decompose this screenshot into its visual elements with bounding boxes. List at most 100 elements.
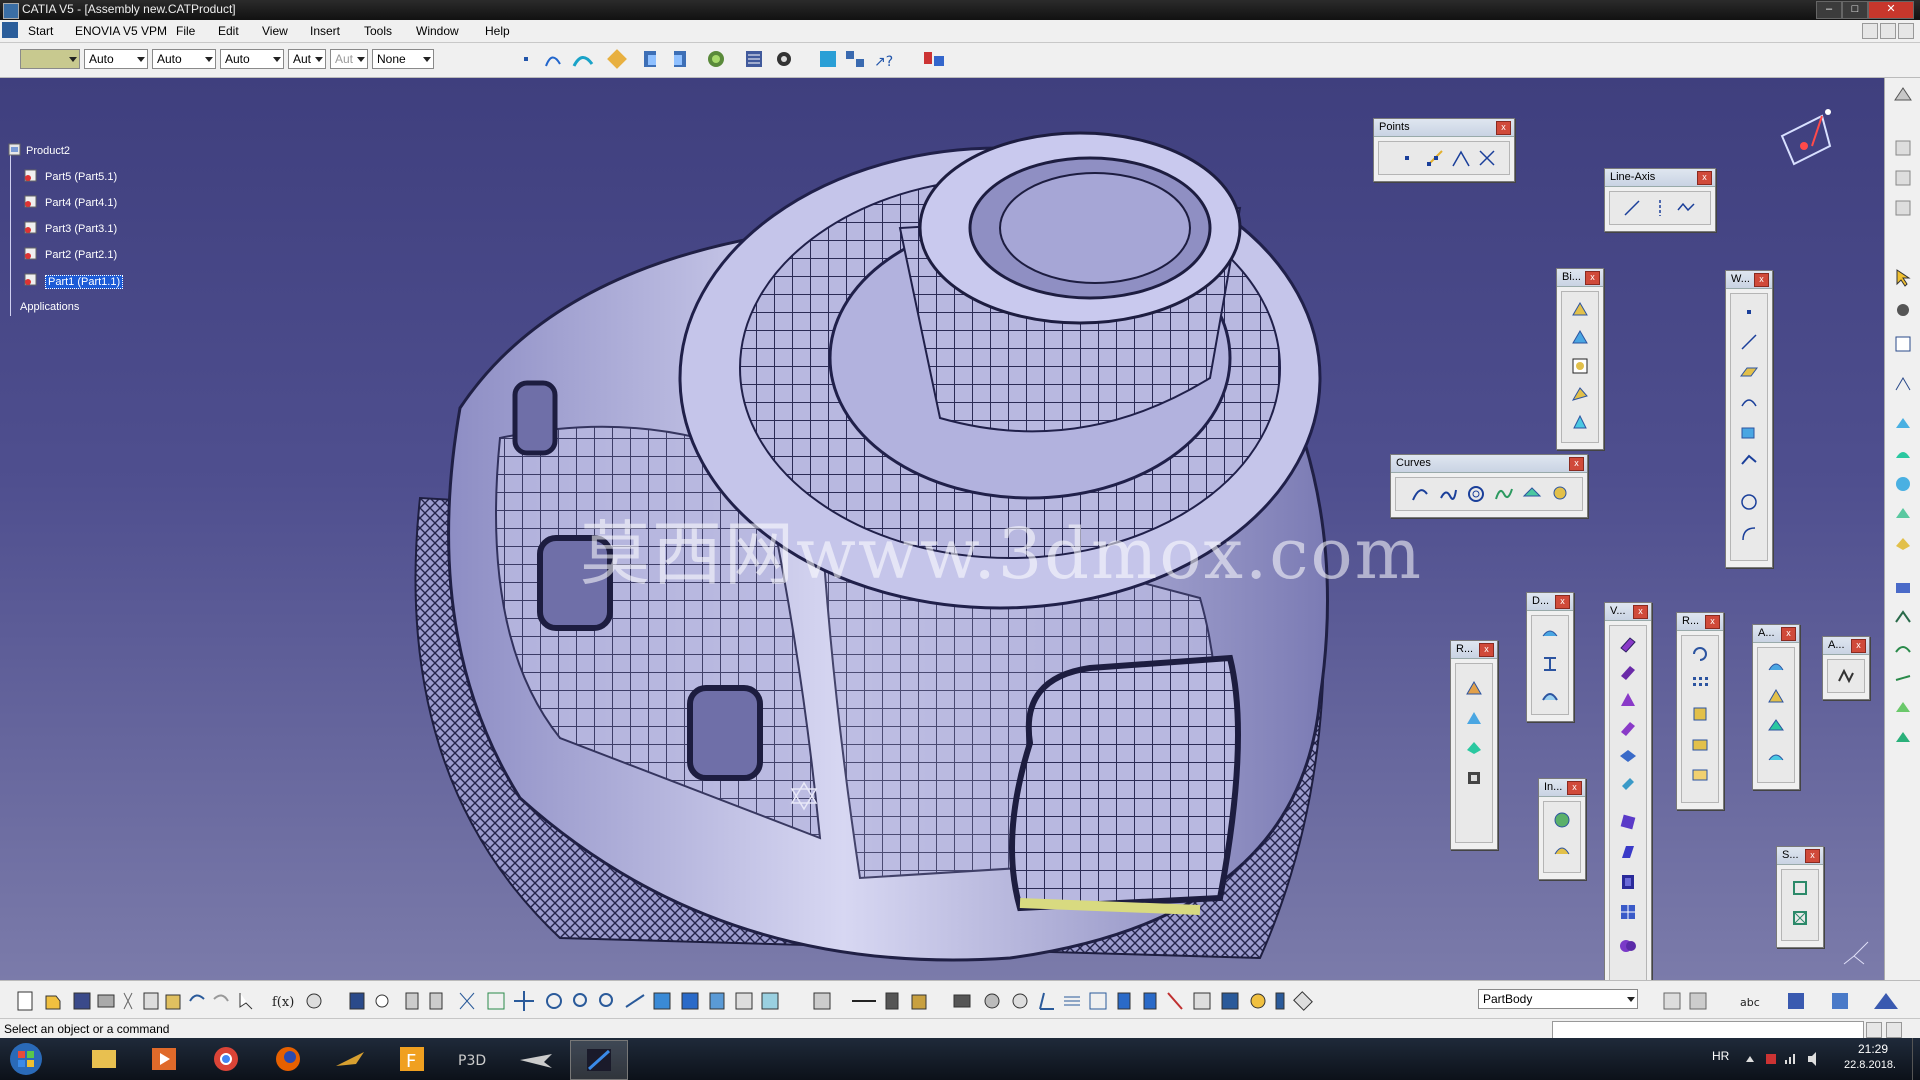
extremum-icon[interactable]: [1451, 148, 1471, 168]
volume-blend-icon[interactable]: [1618, 774, 1638, 794]
volume-sphere-icon[interactable]: [1618, 690, 1638, 710]
extrude-icon[interactable]: [1570, 412, 1590, 432]
menu-tools[interactable]: Tools: [364, 24, 392, 38]
profile-icon[interactable]: [1893, 374, 1913, 394]
linetype-combo[interactable]: Auto: [84, 49, 148, 69]
command-icons-strip[interactable]: ↗?: [520, 46, 960, 74]
intersect-volume-icon[interactable]: [1618, 936, 1638, 956]
trim-icon[interactable]: [1464, 708, 1484, 728]
toolbar-s[interactable]: S... x: [1776, 846, 1824, 948]
sketch-tool-icon[interactable]: [1893, 334, 1913, 354]
tree-item-part5[interactable]: Part5 (Part5.1): [45, 171, 117, 183]
point-icon[interactable]: [1397, 148, 1417, 168]
menu-insert[interactable]: Insert: [310, 24, 340, 38]
line-icon[interactable]: [1739, 332, 1759, 352]
toolbar-r-1[interactable]: R... x: [1450, 640, 1498, 850]
toolbar-points-close-icon[interactable]: x: [1496, 121, 1511, 135]
edit-parameters-icon[interactable]: [1893, 168, 1913, 188]
toolbar-bi-close-icon[interactable]: x: [1585, 271, 1600, 285]
sketcher-icon[interactable]: [1893, 138, 1913, 158]
menu-start[interactable]: Start: [28, 24, 53, 38]
remove-volume-icon[interactable]: [1618, 902, 1638, 922]
toolbar-s-close-icon[interactable]: x: [1805, 849, 1820, 863]
blend-icon[interactable]: [1570, 300, 1590, 320]
menu-view[interactable]: View: [262, 24, 288, 38]
show-desktop-button[interactable]: [1912, 1038, 1920, 1080]
toolbar-w-close-icon[interactable]: x: [1754, 273, 1769, 287]
doc-minimize-button[interactable]: [1862, 23, 1878, 39]
close-surface-icon[interactable]: [1618, 842, 1638, 862]
develop-icon[interactable]: [1540, 624, 1560, 644]
variable-fillet-icon[interactable]: [1766, 716, 1786, 736]
sketch-icon[interactable]: [1790, 878, 1810, 898]
maximize-button[interactable]: □: [1842, 1, 1868, 19]
doc-restore-button[interactable]: [1880, 23, 1896, 39]
chrome-icon[interactable]: [198, 1040, 254, 1078]
workbench-icon[interactable]: [1891, 84, 1915, 108]
points-and-planes-repetition-icon[interactable]: [1425, 148, 1445, 168]
helix-icon[interactable]: [1466, 484, 1486, 504]
tree-item-part2[interactable]: Part2 (Part2.1): [45, 249, 117, 261]
projection-icon[interactable]: [1739, 392, 1759, 412]
translate-icon[interactable]: [1690, 704, 1710, 724]
tree-root-product[interactable]: Product2: [26, 145, 70, 157]
toolbar-r-2-close-icon[interactable]: x: [1705, 615, 1720, 629]
shape-morphing-icon[interactable]: [1540, 654, 1560, 674]
jet-app-icon[interactable]: [508, 1040, 564, 1078]
parallel-curve-icon[interactable]: [1739, 452, 1759, 472]
scaling-icon[interactable]: [1690, 734, 1710, 754]
file-explorer-icon[interactable]: [76, 1040, 132, 1078]
tools-icon[interactable]: [1893, 300, 1913, 320]
tree-item-part1-selected[interactable]: Part1 (Part1.1): [45, 275, 124, 289]
toolbar-r-1-close-icon[interactable]: x: [1479, 643, 1494, 657]
conic-icon[interactable]: [1522, 484, 1542, 504]
toolbar-a-1-close-icon[interactable]: x: [1781, 627, 1796, 641]
rotate-icon[interactable]: [1690, 644, 1710, 664]
connect-checker-icon[interactable]: [1552, 810, 1572, 830]
toolbar-curves-close-icon[interactable]: x: [1569, 457, 1584, 471]
toolbar-points[interactable]: Points x: [1373, 118, 1515, 182]
fill-icon[interactable]: [1570, 356, 1590, 376]
layer-none-combo[interactable]: None: [372, 49, 434, 69]
transparency-combo[interactable]: Aut: [330, 49, 368, 69]
firefox-icon[interactable]: [260, 1040, 316, 1078]
wrap-curve-icon[interactable]: [1540, 684, 1560, 704]
pattern-icon[interactable]: [1690, 674, 1710, 694]
volume-cylinder-icon[interactable]: [1618, 718, 1638, 738]
circle-icon[interactable]: [1739, 492, 1759, 512]
doc-close-button[interactable]: [1898, 23, 1914, 39]
lineweight-combo[interactable]: Auto: [152, 49, 216, 69]
toolbar-bi[interactable]: Bi... x: [1556, 268, 1604, 450]
add-volume-icon[interactable]: [1618, 872, 1638, 892]
power-input-field[interactable]: [1552, 1021, 1864, 1039]
extract-icon[interactable]: [1893, 638, 1913, 658]
point-symbol-combo[interactable]: Aut: [288, 49, 326, 69]
select-arrow-icon[interactable]: [1893, 268, 1913, 288]
line-icon[interactable]: [1622, 198, 1642, 218]
surface-sphere-icon[interactable]: [1893, 474, 1913, 494]
plane-system-icon[interactable]: [1893, 578, 1913, 598]
toolbar-d[interactable]: D... x: [1526, 592, 1574, 722]
curvature-analysis-icon[interactable]: [1552, 840, 1572, 860]
join-icon[interactable]: [1464, 738, 1484, 758]
boundary-icon[interactable]: [1893, 608, 1913, 628]
thick-surface-icon[interactable]: [1618, 812, 1638, 832]
status-bar-button[interactable]: [1886, 1022, 1902, 1038]
menu-enovia[interactable]: ENOVIA V5 VPM: [75, 24, 167, 38]
language-indicator[interactable]: HR: [1712, 1049, 1729, 1063]
menu-file[interactable]: File: [176, 24, 195, 38]
catia-start-icon[interactable]: [2, 22, 18, 38]
surface-offset-icon[interactable]: [1893, 504, 1913, 524]
bottom-command-icons[interactable]: f(x): [14, 989, 1474, 1013]
tree-applications[interactable]: Applications: [20, 301, 79, 313]
toolbar-w[interactable]: W... x: [1725, 270, 1773, 568]
surface-extrude-icon[interactable]: [1893, 414, 1913, 434]
catia-taskbar-icon[interactable]: [570, 1040, 628, 1080]
surface-fill-icon[interactable]: [1893, 534, 1913, 554]
toolbar-a-2[interactable]: A... x: [1822, 636, 1870, 700]
datum-icon[interactable]: [1893, 728, 1913, 748]
body-select-combo[interactable]: PartBody: [1478, 989, 1638, 1009]
layer-combo[interactable]: Auto: [220, 49, 284, 69]
spline-icon[interactable]: [1494, 484, 1514, 504]
surface-revolve-icon[interactable]: [1893, 444, 1913, 464]
